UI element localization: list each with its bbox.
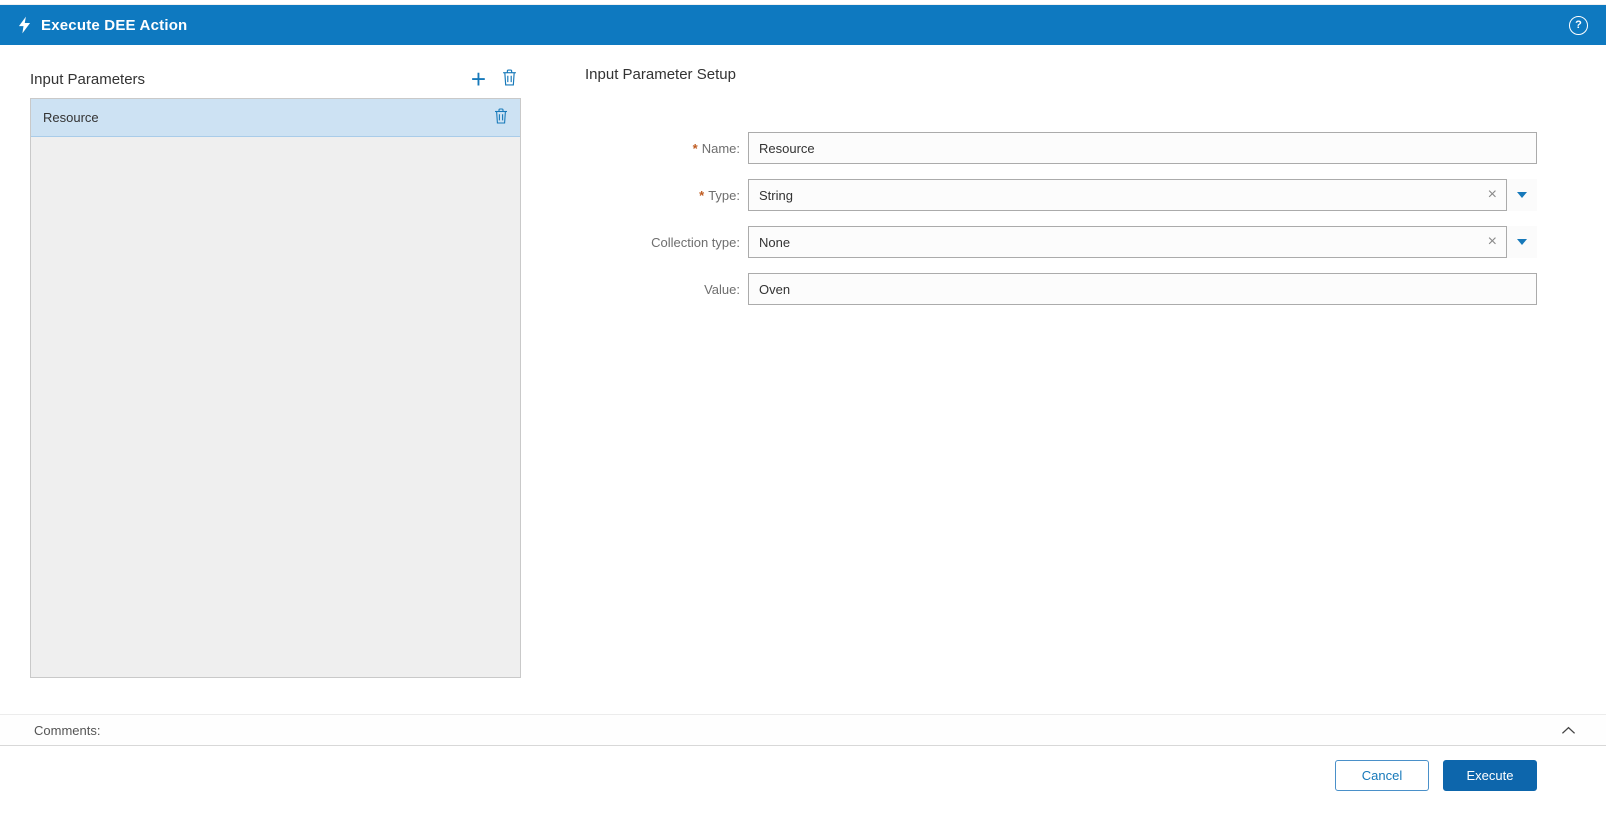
value-label: Value: bbox=[704, 281, 740, 297]
lightning-icon bbox=[18, 16, 31, 34]
cancel-button[interactable]: Cancel bbox=[1335, 760, 1429, 791]
collection-type-row: Collection type: × bbox=[585, 226, 1537, 258]
trash-icon bbox=[502, 69, 517, 89]
input-parameter-setup-panel: Input Parameter Setup * Name: * Type: × bbox=[585, 66, 1537, 320]
help-glyph: ? bbox=[1575, 19, 1582, 31]
collection-type-label: Collection type: bbox=[651, 234, 740, 250]
chevron-up-icon[interactable] bbox=[1561, 726, 1576, 735]
collection-type-dropdown-button[interactable] bbox=[1506, 226, 1537, 258]
list-item[interactable]: Resource bbox=[31, 99, 520, 137]
chevron-down-icon bbox=[1517, 239, 1527, 245]
parameter-form: * Name: * Type: × Collection type: bbox=[585, 132, 1537, 305]
type-row: * Type: × bbox=[585, 179, 1537, 211]
delete-parameter-button[interactable] bbox=[502, 69, 517, 89]
help-icon[interactable]: ? bbox=[1569, 15, 1588, 35]
add-parameter-button[interactable]: + bbox=[471, 66, 486, 92]
clear-icon[interactable]: × bbox=[1488, 234, 1497, 250]
name-row: * Name: bbox=[585, 132, 1537, 164]
execute-button[interactable]: Execute bbox=[1443, 760, 1537, 791]
input-parameters-title: Input Parameters bbox=[30, 70, 146, 88]
type-combobox[interactable] bbox=[748, 179, 1537, 211]
chevron-down-icon bbox=[1517, 192, 1527, 198]
collection-type-combobox[interactable] bbox=[748, 226, 1537, 258]
name-label: * Name: bbox=[692, 140, 740, 156]
dialog-header: Execute DEE Action ? bbox=[0, 5, 1606, 45]
name-input[interactable] bbox=[748, 132, 1537, 164]
delete-row-button[interactable] bbox=[494, 108, 508, 127]
comments-bar[interactable]: Comments: bbox=[0, 714, 1606, 746]
parameter-name: Resource bbox=[43, 110, 99, 125]
value-row: Value: bbox=[585, 273, 1537, 305]
value-input[interactable] bbox=[748, 273, 1537, 305]
dialog-footer: Cancel Execute bbox=[0, 746, 1606, 822]
input-parameters-panel: Input Parameters + Resource bbox=[30, 66, 521, 678]
parameter-list[interactable]: Resource bbox=[30, 98, 521, 678]
clear-icon[interactable]: × bbox=[1488, 187, 1497, 203]
required-asterisk: * bbox=[692, 140, 698, 156]
setup-title: Input Parameter Setup bbox=[585, 66, 736, 83]
type-label: * Type: bbox=[699, 187, 740, 203]
input-parameters-header: Input Parameters + bbox=[30, 66, 521, 92]
comments-label: Comments: bbox=[34, 722, 101, 738]
type-dropdown-button[interactable] bbox=[1506, 179, 1537, 211]
required-asterisk: * bbox=[699, 187, 705, 203]
trash-icon bbox=[494, 108, 508, 127]
dialog-title: Execute DEE Action bbox=[41, 16, 188, 34]
